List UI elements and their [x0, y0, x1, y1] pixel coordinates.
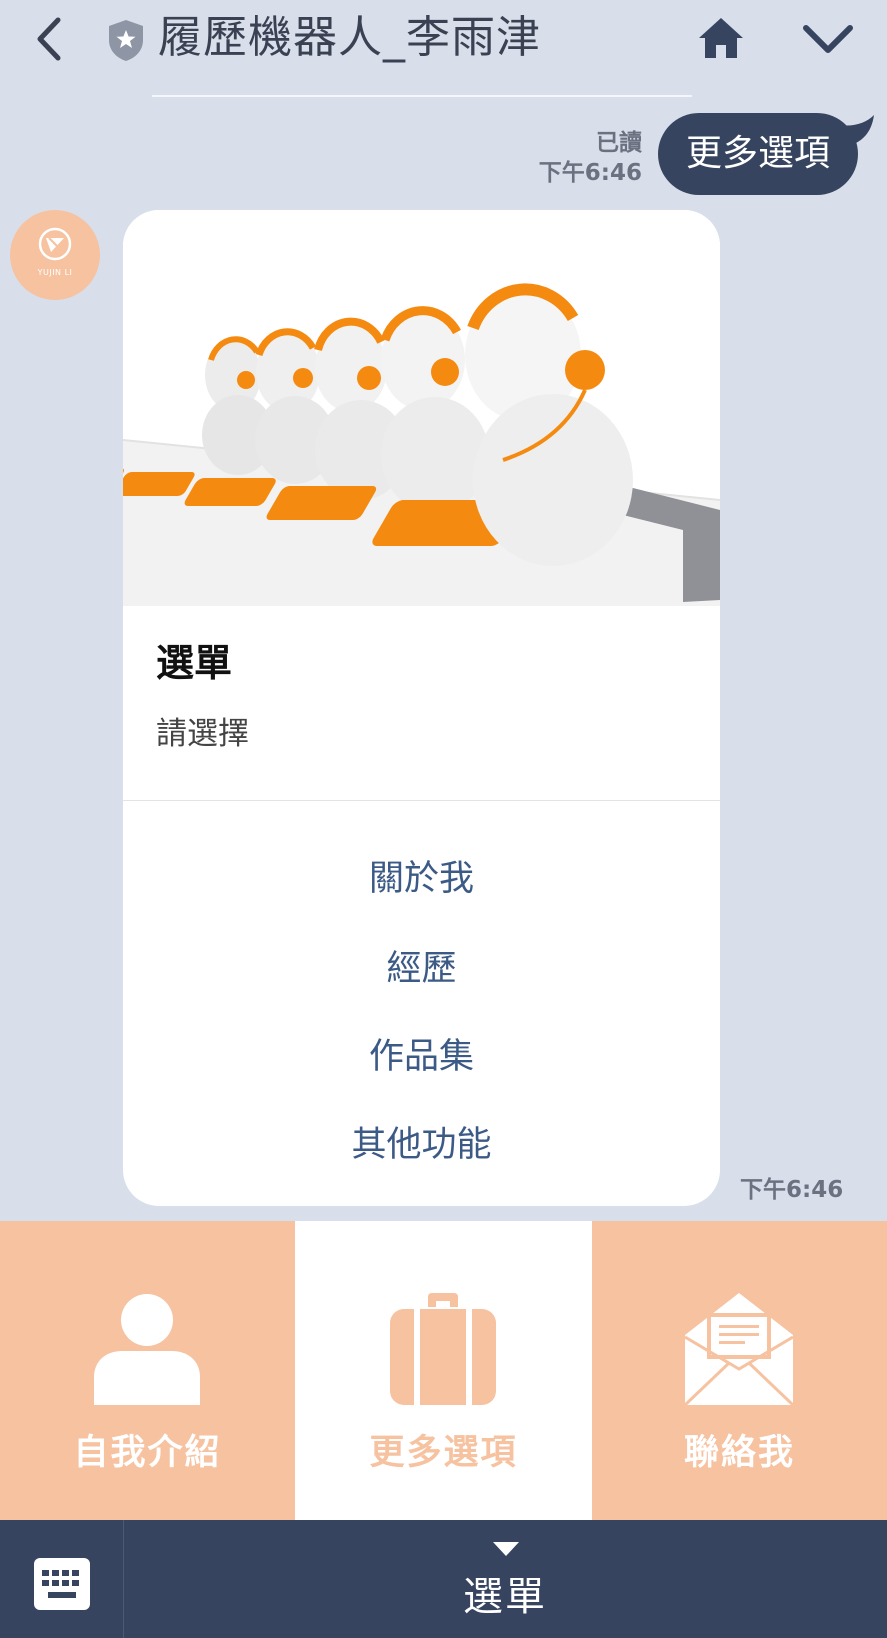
verified-shield-icon	[109, 20, 143, 61]
card-time: 下午6:46	[740, 1177, 844, 1203]
message-time: 下午6:46	[538, 160, 642, 186]
bot-avatar[interactable]: YUJIN LI	[10, 210, 100, 300]
card-title: 選單	[156, 641, 233, 685]
outgoing-message-bubble[interactable]: 更多選項	[658, 113, 858, 195]
chat-header: 履歷機器人_李雨津	[0, 0, 887, 97]
read-status: 已讀	[596, 130, 642, 156]
envelope-icon	[685, 1293, 793, 1405]
option-other-features[interactable]: 其他功能	[123, 1116, 720, 1167]
menu-card: 選單 請選擇 關於我 經歷 作品集 其他功能	[123, 210, 720, 1206]
person-icon	[94, 1294, 200, 1405]
briefcase-icon	[390, 1293, 496, 1405]
rich-menu: 自我介紹 更多選項 聯絡我	[0, 1221, 887, 1520]
triangle-down-icon[interactable]	[493, 1542, 519, 1556]
rich-menu-self-intro[interactable]: 自我介紹	[0, 1221, 295, 1520]
rich-menu-label: 自我介紹	[73, 1433, 222, 1473]
bottom-bar: 選單	[0, 1520, 887, 1638]
chevron-down-icon[interactable]	[800, 20, 856, 60]
avatar-text: YUJIN LI	[37, 268, 73, 277]
back-arrow-icon[interactable]	[30, 14, 70, 64]
rich-menu-label: 聯絡我	[683, 1433, 795, 1473]
rich-menu-more-options[interactable]: 更多選項	[295, 1221, 592, 1520]
message-meta: 已讀 下午6:46	[539, 128, 642, 188]
card-divider	[123, 800, 720, 801]
option-portfolio[interactable]: 作品集	[123, 1028, 720, 1079]
rich-menu-label: 更多選項	[369, 1433, 518, 1473]
card-subtitle: 請選擇	[156, 716, 249, 752]
chat-title: 履歷機器人_李雨津	[158, 12, 541, 63]
rich-menu-toggle[interactable]: 選單	[123, 1564, 887, 1622]
keyboard-icon[interactable]	[34, 1558, 90, 1610]
logo-icon	[38, 227, 72, 261]
option-experience[interactable]: 經歷	[123, 940, 720, 991]
option-about-me[interactable]: 關於我	[123, 850, 720, 901]
hero-image	[123, 210, 720, 606]
header-divider	[152, 95, 692, 97]
rich-menu-contact-me[interactable]: 聯絡我	[592, 1221, 887, 1520]
home-icon[interactable]	[696, 14, 746, 62]
